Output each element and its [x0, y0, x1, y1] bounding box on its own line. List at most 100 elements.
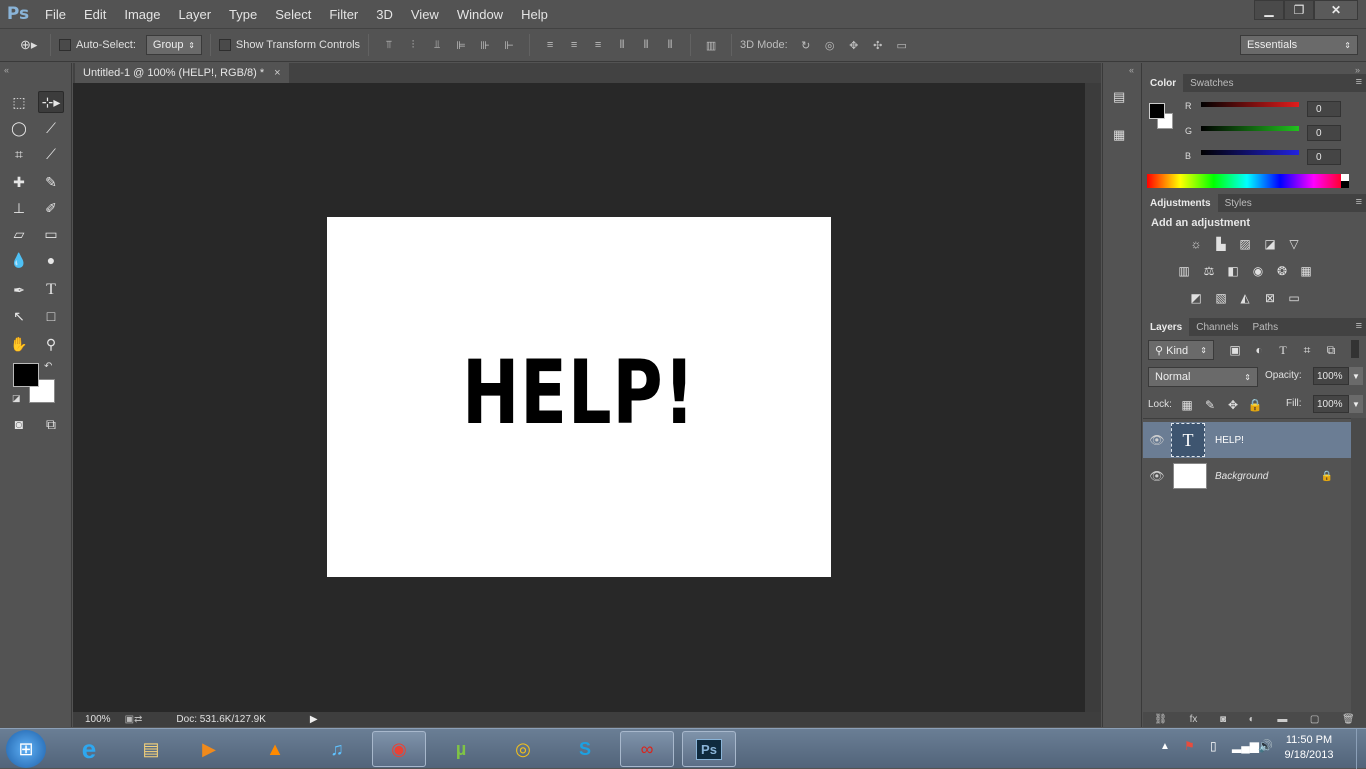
color-panel-fg-swatch[interactable] — [1149, 103, 1165, 119]
menu-select[interactable]: Select — [266, 0, 320, 28]
levels-icon[interactable]: ▙ — [1213, 237, 1229, 251]
menu-window[interactable]: Window — [448, 0, 512, 28]
invert-icon[interactable]: ◩ — [1188, 291, 1204, 305]
show-transform-checkbox[interactable]: Show Transform Controls — [218, 39, 360, 51]
hue-saturation-icon[interactable]: ▥ — [1176, 264, 1192, 278]
start-button[interactable]: ⊞ — [6, 730, 46, 768]
auto-align-icon[interactable]: ▥ — [703, 38, 719, 52]
panel-menu-icon[interactable]: ≡ — [1356, 196, 1362, 208]
swap-colors-icon[interactable]: ↶ — [44, 361, 52, 372]
distribute-top-icon[interactable]: ≡ — [542, 38, 558, 52]
fill-input[interactable]: 100% — [1313, 395, 1349, 413]
distribute-left-icon[interactable]: ⦀ — [614, 38, 630, 52]
path-selection-tool-icon[interactable]: ↖ — [6, 305, 32, 327]
menu-type[interactable]: Type — [220, 0, 266, 28]
crop-tool-icon[interactable]: ⌗ — [6, 143, 32, 165]
align-right-icon[interactable]: ⊩ — [501, 38, 517, 52]
move-tool-preset-icon[interactable]: ⊕▸ — [20, 35, 42, 55]
itunes-icon[interactable]: ♫ — [310, 731, 364, 767]
file-explorer-icon[interactable]: ▤ — [124, 731, 178, 767]
volume-icon[interactable]: 🔊 — [1258, 739, 1273, 753]
tab-channels[interactable]: Channels — [1189, 318, 1245, 336]
lock-all-icon[interactable]: 🔒 — [1247, 398, 1263, 412]
disc-player-icon[interactable]: ◎ — [496, 731, 550, 767]
clone-stamp-tool-icon[interactable]: ⊥ — [6, 197, 32, 219]
exposure-icon[interactable]: ◪ — [1262, 237, 1278, 251]
quick-mask-icon[interactable]: ◙ — [6, 413, 32, 435]
menu-file[interactable]: File — [36, 0, 75, 28]
align-bottom-icon[interactable]: ⫫ — [429, 38, 445, 52]
delete-layer-icon[interactable]: 🗑 — [1342, 714, 1355, 725]
distribute-vcenter-icon[interactable]: ≡ — [566, 38, 582, 52]
tab-styles[interactable]: Styles — [1218, 194, 1259, 212]
hand-tool-icon[interactable]: ✋ — [6, 333, 32, 355]
network-icon[interactable]: ▂▄▆ — [1232, 739, 1259, 753]
color-balance-icon[interactable]: ⚖ — [1201, 264, 1217, 278]
screen-mode-icon[interactable]: ⧉ — [38, 413, 64, 435]
tab-layers[interactable]: Layers — [1143, 318, 1190, 336]
tab-adjustments[interactable]: Adjustments — [1143, 194, 1218, 212]
threshold-icon[interactable]: ◭ — [1237, 291, 1253, 305]
filter-adjustment-icon[interactable]: ◐ — [1251, 343, 1267, 357]
color-spectrum-ramp[interactable] — [1147, 174, 1347, 188]
move-tool-icon[interactable]: ⊹▸ — [38, 91, 64, 113]
new-layer-icon[interactable]: ▢ — [1310, 714, 1319, 725]
restore-button[interactable]: ❐ — [1284, 0, 1314, 20]
close-button[interactable]: ✕ — [1314, 0, 1358, 20]
tab-paths[interactable]: Paths — [1246, 318, 1286, 336]
photoshop-taskbar-icon[interactable]: Ps — [682, 731, 736, 767]
menu-layer[interactable]: Layer — [170, 0, 221, 28]
collapse-toolbar-icon[interactable]: « — [4, 65, 9, 75]
red-slider[interactable] — [1201, 102, 1299, 107]
new-adjustment-icon[interactable]: ◐ — [1249, 714, 1255, 725]
default-colors-icon[interactable]: ◪ — [12, 393, 21, 404]
photoshop-logo[interactable]: Ps — [0, 0, 36, 28]
align-left-icon[interactable]: ⊫ — [453, 38, 469, 52]
menu-help[interactable]: Help — [512, 0, 557, 28]
filter-smart-object-icon[interactable]: ⧉ — [1323, 343, 1339, 357]
blur-tool-icon[interactable]: 💧 — [6, 249, 32, 271]
marquee-tool-icon[interactable]: ⬚ — [6, 91, 32, 113]
quick-selection-tool-icon[interactable]: ⟋ — [38, 117, 64, 139]
new-group-icon[interactable]: ▬ — [1277, 714, 1287, 725]
panel-menu-icon[interactable]: ≡ — [1356, 76, 1362, 88]
distribute-right-icon[interactable]: ⦀ — [662, 38, 678, 52]
close-document-icon[interactable]: × — [274, 67, 280, 79]
internet-explorer-icon[interactable]: e — [62, 731, 116, 767]
utorrent-icon[interactable]: µ — [434, 731, 488, 767]
document-tab[interactable]: Untitled-1 @ 100% (HELP!, RGB/8) * × — [75, 63, 289, 83]
history-brush-tool-icon[interactable]: ✐ — [38, 197, 64, 219]
lasso-tool-icon[interactable]: ◯ — [6, 117, 32, 139]
gradient-tool-icon[interactable]: ▭ — [38, 223, 64, 245]
filter-toggle[interactable] — [1351, 340, 1359, 358]
eraser-tool-icon[interactable]: ▱ — [6, 223, 32, 245]
lock-position-icon[interactable]: ✥ — [1225, 398, 1241, 412]
filter-pixel-icon[interactable]: ▣ — [1227, 343, 1243, 357]
fx-icon[interactable]: fx — [1190, 714, 1198, 725]
3d-drag-icon[interactable]: ✥ — [846, 38, 862, 52]
brush-tool-icon[interactable]: ✎ — [38, 171, 64, 193]
green-value-input[interactable]: 0 — [1307, 125, 1341, 141]
blend-mode-dropdown[interactable]: Normal ⇕ — [1148, 367, 1258, 387]
dodge-tool-icon[interactable]: ● — [38, 249, 64, 271]
fill-slider-arrow-icon[interactable]: ▼ — [1349, 395, 1363, 413]
status-info-icon[interactable]: ▣⇄ — [125, 714, 143, 725]
lock-image-icon[interactable]: ✎ — [1202, 398, 1218, 412]
auto-select-dropdown[interactable]: Group ⇕ — [145, 35, 202, 55]
link-layers-icon[interactable]: ⛓ — [1154, 714, 1167, 725]
properties-panel-icon[interactable]: ▦ — [1113, 127, 1133, 147]
show-hidden-icons[interactable]: ▲ — [1160, 741, 1170, 752]
creative-cloud-icon[interactable]: ∞ — [620, 731, 674, 767]
ramp-white-swatch[interactable] — [1341, 174, 1349, 181]
ramp-black-swatch[interactable] — [1341, 181, 1349, 188]
distribute-hcenter-icon[interactable]: ⦀ — [638, 38, 654, 52]
distribute-bottom-icon[interactable]: ≡ — [590, 38, 606, 52]
curves-icon[interactable]: ▨ — [1237, 237, 1253, 251]
vertical-scrollbar[interactable] — [1085, 83, 1101, 713]
channel-mixer-icon[interactable]: ❂ — [1274, 264, 1290, 278]
vlc-icon[interactable]: ▲ — [248, 731, 302, 767]
add-mask-icon[interactable]: ◙ — [1220, 714, 1226, 725]
layer-row-help[interactable]: 👁 T HELP! — [1143, 422, 1351, 458]
align-top-icon[interactable]: ⫪ — [381, 38, 397, 52]
eye-icon[interactable]: 👁 — [1143, 433, 1171, 447]
